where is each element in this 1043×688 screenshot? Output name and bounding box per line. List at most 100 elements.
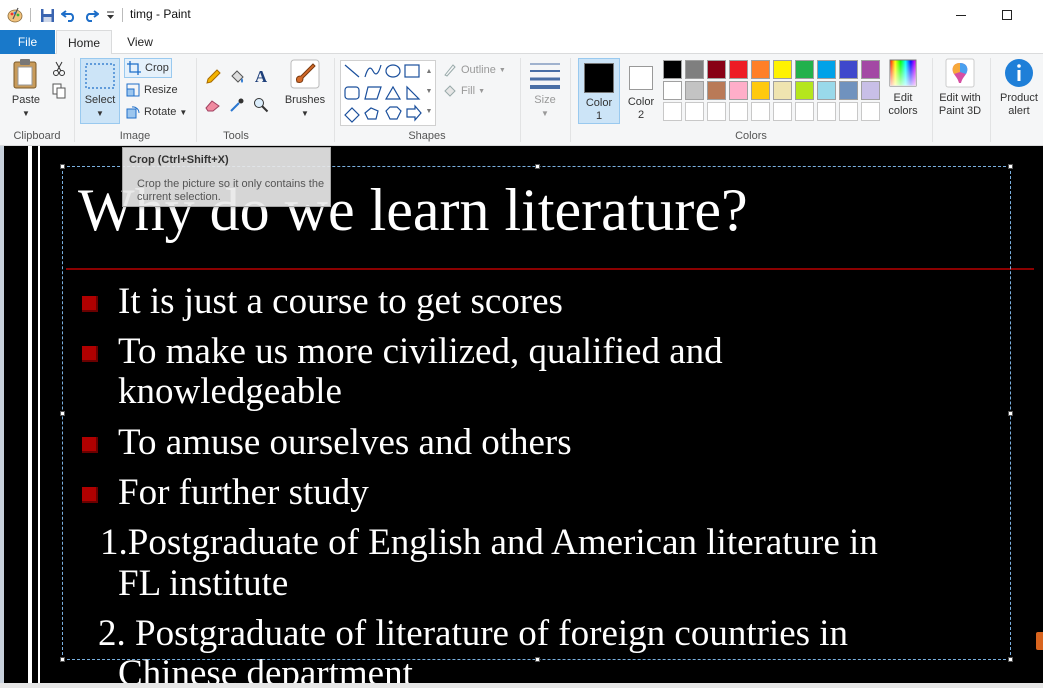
tooltip-body: Crop the picture so it only contains the… [137,178,325,203]
product-alert-line2: alert [1008,105,1030,117]
fill-label: Fill [461,85,476,97]
custom-color-slot[interactable] [685,102,704,121]
color1-swatch [584,63,614,93]
rotate-label: Rotate [144,106,177,118]
text-icon[interactable]: A [250,66,272,88]
custom-color-slot[interactable] [817,102,836,121]
custom-color-slot[interactable] [861,102,880,121]
pencil-icon[interactable] [202,66,224,88]
color-picker-icon[interactable] [226,94,248,116]
crop-button[interactable]: Crop [124,58,172,78]
info-icon [1005,59,1033,87]
qa-separator [30,8,31,22]
tab-view[interactable]: View [118,30,162,54]
fill-chevron-icon: ▼ [478,87,485,95]
minimize-button[interactable] [938,0,984,30]
brushes-button[interactable]: Brushes ▼ [280,58,330,120]
color2-number: 2 [637,109,645,121]
edit-colors-line1: Edit [893,92,913,104]
palette-swatch[interactable] [839,60,858,79]
select-chevron-icon: ▼ [96,109,104,118]
tab-home[interactable]: Home [56,30,112,55]
tooltip-title: Crop (Ctrl+Shift+X) [129,154,229,166]
custom-color-slot[interactable] [839,102,858,121]
palette-swatch[interactable] [685,81,704,100]
palette-swatch[interactable] [685,60,704,79]
paint3d-line2: Paint 3D [938,105,982,117]
custom-color-slot[interactable] [729,102,748,121]
palette-swatch[interactable] [707,60,726,79]
palette-swatch[interactable] [707,81,726,100]
outline-button[interactable]: Outline ▼ [443,60,506,80]
edit-with-paint3d-button[interactable]: Edit with Paint 3D [934,58,986,118]
fill-bucket-icon[interactable] [226,66,248,88]
fill-button[interactable]: Fill ▼ [443,81,485,101]
group-separator [520,58,521,142]
color1-label: Color [585,97,613,109]
custom-color-slot[interactable] [773,102,792,121]
paste-button[interactable]: Paste ▼ [6,58,46,120]
horizontal-scrollbar[interactable] [0,683,1043,688]
palette-swatch[interactable] [773,81,792,100]
palette-swatch[interactable] [839,81,858,100]
eraser-icon[interactable] [202,94,224,116]
custom-color-slot[interactable] [707,102,726,121]
edit-colors-button[interactable]: Edit colors [884,58,922,118]
size-chevron-icon: ▼ [541,109,549,118]
paint-app-icon[interactable] [6,6,24,24]
edit-colors-line2: colors [888,105,918,117]
palette-swatch[interactable] [751,60,770,79]
copy-icon[interactable] [48,80,70,102]
redo-icon[interactable] [82,6,100,24]
undo-icon[interactable] [60,6,78,24]
bullet-text-continued: knowledgeable [118,371,342,412]
customize-qa-icon[interactable] [104,6,116,24]
maximize-button[interactable] [984,0,1030,30]
image-group-label: Image [119,130,151,142]
custom-color-slot[interactable] [663,102,682,121]
product-alert-button[interactable]: Product alert [996,58,1042,118]
canvas-workspace[interactable]: Why do we learn literature? It is just a… [0,146,1043,688]
canvas-image[interactable]: Why do we learn literature? It is just a… [4,146,1043,688]
palette-swatch[interactable] [663,81,682,100]
size-label: Size [534,94,556,106]
crop-label: Crop [145,62,169,74]
crop-icon [127,61,141,75]
resize-button[interactable]: Resize [126,80,178,100]
palette-swatch[interactable] [861,60,880,79]
palette-swatch[interactable] [729,81,748,100]
shapes-group-label: Shapes [408,130,446,142]
palette-swatch[interactable] [861,81,880,100]
palette-swatch[interactable] [729,60,748,79]
palette-swatch[interactable] [817,81,836,100]
slide-left-border [38,146,40,688]
colors-group-label: Colors [735,130,767,142]
bullet-text: It is just a course to get scores [118,281,563,322]
shapes-scroll-icon[interactable]: ▲ ▼ ▼ [424,62,434,124]
custom-color-slot[interactable] [795,102,814,121]
title-separator [122,8,123,22]
size-button[interactable]: Size ▼ [526,58,564,120]
product-alert-line1: Product [1000,92,1038,104]
palette-swatch[interactable] [795,60,814,79]
shapes-gallery[interactable] [340,60,436,126]
save-icon[interactable] [38,6,56,24]
fill-icon [444,85,456,97]
palette-swatch[interactable] [795,81,814,100]
paint3d-icon [945,58,975,88]
color2-button[interactable]: Color 2 [622,58,660,122]
resize-label: Resize [144,84,178,96]
magnifier-icon[interactable] [250,94,272,116]
rotate-button[interactable]: Rotate ▼ [126,102,187,122]
custom-color-slot[interactable] [751,102,770,121]
bullet-marker [82,296,98,312]
palette-swatch[interactable] [817,60,836,79]
list-item-text: 1.Postgraduate of English and American l… [100,522,878,563]
tab-file[interactable]: File [0,30,55,54]
select-button[interactable]: Select ▼ [80,58,120,124]
color1-button[interactable]: Color 1 [578,58,620,124]
palette-swatch[interactable] [751,81,770,100]
cut-icon[interactable] [48,58,70,80]
palette-swatch[interactable] [773,60,792,79]
palette-swatch[interactable] [663,60,682,79]
